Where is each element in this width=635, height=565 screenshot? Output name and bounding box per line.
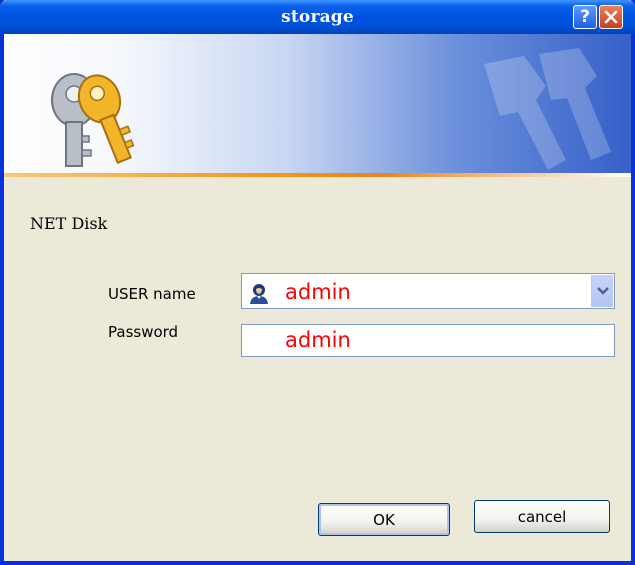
title-bar[interactable]: storage ? bbox=[0, 0, 635, 34]
password-field[interactable]: admin bbox=[241, 324, 615, 357]
keys-icon bbox=[51, 73, 135, 167]
close-button[interactable] bbox=[599, 5, 623, 29]
username-value: admin bbox=[285, 280, 351, 304]
username-dropdown-button[interactable] bbox=[591, 275, 613, 307]
keys-watermark-icon bbox=[484, 48, 611, 170]
cancel-button[interactable]: cancel bbox=[474, 500, 610, 533]
user-icon bbox=[250, 284, 268, 304]
app-label: NET Disk bbox=[30, 214, 108, 233]
help-icon: ? bbox=[580, 7, 590, 27]
window-title: storage bbox=[281, 7, 354, 27]
password-value: admin bbox=[285, 328, 351, 352]
login-dialog: storage ? NET Disk USER name admin Passw… bbox=[0, 0, 635, 565]
header-banner bbox=[4, 34, 631, 173]
password-label: Password bbox=[108, 323, 179, 341]
username-combobox[interactable]: admin bbox=[241, 273, 615, 309]
ok-button[interactable]: OK bbox=[318, 503, 450, 536]
close-icon bbox=[604, 10, 618, 24]
chevron-down-icon bbox=[596, 287, 609, 295]
username-label: USER name bbox=[108, 285, 196, 303]
help-button[interactable]: ? bbox=[573, 5, 597, 29]
